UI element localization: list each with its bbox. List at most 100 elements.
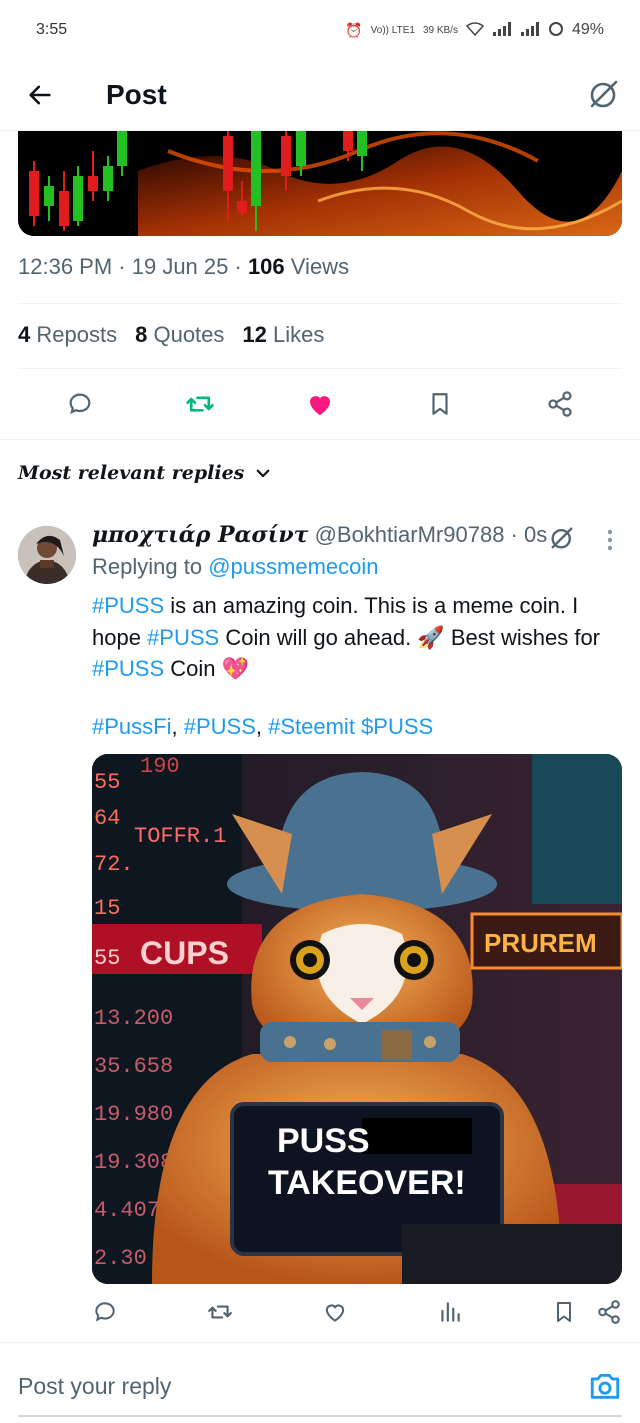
likes-stat[interactable]: 12 Likes [242,322,324,348]
hashtag-link[interactable]: #PUSS [147,625,219,650]
more-options-button[interactable] [598,526,622,554]
reply-time: 0s [524,522,548,547]
board-number: 55 [94,770,120,795]
signal-icon [492,21,512,39]
repost-button[interactable] [180,384,220,424]
battery-icon [548,21,564,40]
post-meta: 12:36 PM · 19 Jun 25 · 106 Views [18,254,350,279]
cat-illustration: CUPS TOFFR.1 190 55 64 72. 15 55 13.200 … [92,754,622,1284]
alarm-icon: ⏰ [345,21,363,38]
post-stats: 4 Reposts 8 Quotes 12 Likes [18,322,324,348]
reply-button[interactable] [60,384,100,424]
quotes-stat[interactable]: 8 Quotes [135,322,224,348]
reply-text-segment: Coin 💖 [164,656,250,681]
candlestick-image [18,131,622,236]
more-vertical-icon [607,529,613,551]
board-number: 72. [94,852,134,877]
hashtag-link[interactable]: #PUSS [92,656,164,681]
replies-sort-label: Most relevant replies [18,462,245,484]
board-word: CUPS [140,935,229,971]
board-number: 35.658 [94,1054,173,1079]
heart-filled-icon [310,396,330,416]
wifi-icon [465,21,485,39]
post-date: 19 Jun 25 [131,254,229,279]
heart-icon [325,1304,345,1322]
hashtag-link[interactable]: #PussFi [92,714,171,739]
replies-sort-dropdown[interactable]: Most relevant replies [18,462,272,484]
quotes-count: 8 [135,322,148,347]
reply-header: μποχτιάρ Ρασίντ @BokhtiarMr90788 · 0s [92,522,547,548]
battery-level: 49% [571,21,604,38]
divider [0,439,640,440]
post-media-image[interactable] [18,131,622,236]
grok-icon [551,527,573,549]
reply-action-bar [92,1298,622,1330]
quotes-label: Quotes [153,322,225,347]
share-button[interactable] [596,1299,622,1330]
camera-button[interactable] [588,1369,622,1403]
status-time: 3:55 [36,21,68,38]
speed-label: 39 KB/s [422,24,458,36]
arrow-left-icon [29,85,51,105]
board-number: 4.407 [94,1198,160,1223]
repost-icon [186,396,214,412]
page-title: Post [106,79,167,110]
sign-line-2: TAKEOVER! [268,1164,466,1202]
divider [18,303,622,304]
grok-icon [590,80,618,108]
comment-icon [95,1301,115,1321]
repost-button[interactable] [207,1299,233,1330]
board-number: 55 [94,946,120,971]
avatar[interactable] [18,526,76,584]
reposts-count: 4 [18,322,31,347]
board-number: 15 [94,896,120,921]
bookmark-button[interactable] [420,384,460,424]
reposts-stat[interactable]: 4 Reposts [18,322,117,348]
comma: , [171,714,184,739]
hashtag-link[interactable]: #Steemit [268,714,355,739]
board-number: 13.200 [94,1006,173,1031]
likes-count: 12 [242,322,267,347]
camera-icon [590,1373,620,1399]
likes-label: Likes [273,322,325,347]
share-button[interactable] [540,384,580,424]
hashtag-link[interactable]: #PUSS [184,714,256,739]
board-number: 64 [94,806,120,831]
views-count: 106 [247,254,285,279]
divider [18,368,622,369]
board-number: 2.30 [94,1246,147,1271]
grok-button[interactable] [548,524,576,552]
grok-button[interactable] [586,76,622,112]
chevron-down-icon [256,469,270,478]
bookmark-icon [432,393,448,415]
neon-sign-text: PRUREM [484,928,597,958]
reposts-label: Reposts [36,322,118,347]
like-button[interactable] [300,384,340,424]
reply-button[interactable] [92,1299,118,1330]
reply-author-name[interactable]: μποχτιάρ Ρασίντ [92,522,308,548]
cashtag-link[interactable]: $PUSS [361,714,433,739]
repost-icon [208,1305,232,1318]
board-number: 190 [140,754,180,779]
reply-input[interactable]: Post your reply [18,1373,171,1400]
reply-right-actions [552,1299,622,1330]
replying-prefix: Replying to [92,554,203,579]
status-icons: ⏰ Vo)) LTE1 39 KB/s 49% [345,21,604,40]
post-action-bar [0,382,640,426]
sign-line-1: PUSS [277,1122,370,1160]
network-label: Vo)) LTE1 [370,24,415,36]
bookmark-button[interactable] [552,1299,576,1330]
replying-to: Replying to @pussmemecoin [92,554,379,580]
hashtag-link[interactable]: #PUSS [92,593,164,618]
reply-media-image[interactable]: CUPS TOFFR.1 190 55 64 72. 15 55 13.200 … [92,754,622,1284]
reply-author-handle[interactable]: @BokhtiarMr90788 [315,522,505,547]
separator-dot: · [504,522,524,547]
like-button[interactable] [322,1299,348,1330]
reply-text-segment: Coin will go ahead. 🚀 Best wishes for [219,624,601,650]
replying-to-link[interactable]: @pussmemecoin [208,554,378,579]
bookmark-icon [557,1301,571,1322]
board-number: 19.980 [94,1102,173,1127]
comma: , [255,714,269,739]
back-button[interactable] [18,73,62,117]
views-button[interactable] [437,1299,463,1330]
